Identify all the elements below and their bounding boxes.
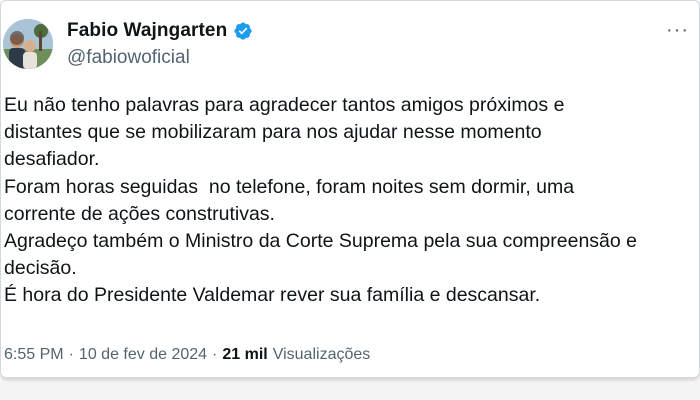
author-display-name[interactable]: Fabio Wajngarten [67,20,227,42]
post-line: corrente de ações construtivas. [4,202,275,225]
meta-separator: · [68,346,74,363]
avatar-photo [3,19,53,69]
post-line: É hora do Presidente Valdemar rever sua … [4,284,541,307]
post-meta: 6:55 PM · 10 de fev de 2024 · 21 mil Vis… [4,346,370,364]
post-line: desafiador. [4,148,100,171]
post-date[interactable]: 10 de fev de 2024 [79,346,207,364]
post-line: Agradeço também o Ministro da Corte Supr… [4,230,637,253]
post-line: Foram horas seguidas no telefone, foram … [4,175,575,198]
avatar[interactable] [3,19,53,69]
views-count: 21 mil [222,346,268,363]
author-name-row: Fabio Wajngarten [67,20,253,42]
author-handle[interactable]: @fabiowoficial [67,47,190,69]
tweet-card: Fabio Wajngarten @fabiowoficial ··· Eu n… [0,0,700,378]
page-background [0,382,700,400]
post-time[interactable]: 6:55 PM [4,346,64,364]
meta-separator: · [212,346,218,363]
verified-badge-icon [233,21,253,41]
post-line: decisão. [4,257,77,280]
more-options-icon[interactable]: ··· [666,19,689,42]
post-line: Eu não tenho palavras para agradecer tan… [4,94,565,116]
post-text: Eu não tenho palavras para agradecer tan… [4,92,698,310]
views-label: Visualizações [272,346,371,363]
post-line: distantes que se mobilizaram para nos aj… [4,121,542,144]
